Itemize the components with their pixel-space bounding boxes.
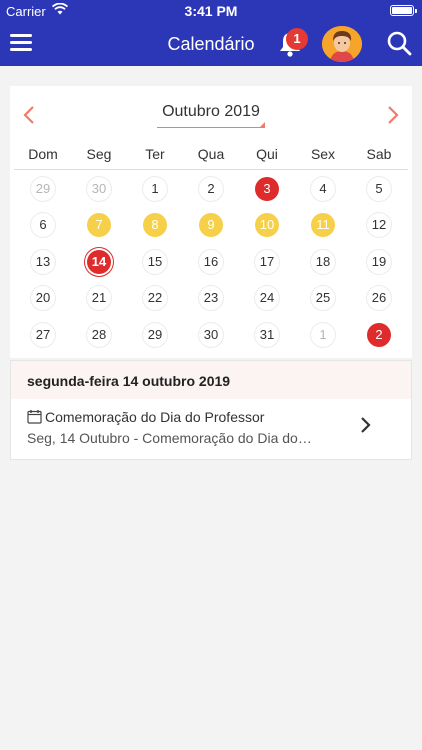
calendar-day[interactable]: 29 (143, 323, 167, 347)
calendar-day[interactable]: 1 (143, 177, 167, 201)
event-subtitle: Seg, 14 Outubro - Comemoração do Dia do… (27, 430, 312, 446)
calendar-day[interactable]: 12 (367, 213, 391, 237)
hamburger-menu-icon[interactable] (10, 34, 32, 52)
search-icon[interactable] (386, 30, 412, 56)
avatar-face-icon (322, 26, 362, 62)
calendar-day[interactable]: 2 (199, 177, 223, 201)
weekday-label: Dom (28, 146, 58, 162)
calendar-day[interactable]: 26 (367, 286, 391, 310)
calendar-day[interactable]: 20 (31, 286, 55, 310)
calendar-day[interactable]: 25 (311, 286, 335, 310)
calendar-day[interactable]: 15 (143, 250, 167, 274)
calendar-day[interactable]: 16 (199, 250, 223, 274)
weekday-label: Sab (366, 146, 392, 162)
calendar-day[interactable]: 10 (255, 213, 279, 237)
battery-icon (390, 5, 417, 16)
calendar-day[interactable]: 8 (143, 213, 167, 237)
calendar-day[interactable]: 3 (255, 177, 279, 201)
month-selector-underline (157, 127, 265, 128)
calendar-day[interactable]: 1 (311, 323, 335, 347)
calendar-day[interactable]: 27 (31, 323, 55, 347)
chevron-right-icon[interactable] (359, 415, 373, 435)
weekday-header: Dom Seg Ter Qua Qui Sex Sab (10, 146, 412, 166)
month-selector[interactable]: Outubro 2019 (157, 103, 265, 121)
calendar-day[interactable]: 6 (31, 213, 55, 237)
calendar-day[interactable]: 24 (255, 286, 279, 310)
divider (14, 169, 408, 170)
calendar-day[interactable]: 19 (367, 250, 391, 274)
calendar-day[interactable]: 13 (31, 250, 55, 274)
chevron-right-icon[interactable] (384, 104, 402, 126)
weekday-label: Sex (310, 146, 336, 162)
notification-badge[interactable]: 1 (286, 28, 308, 50)
calendar-day[interactable]: 22 (143, 286, 167, 310)
avatar[interactable] (322, 26, 362, 62)
weekday-label: Seg (86, 146, 112, 162)
dropdown-caret-icon[interactable] (259, 122, 265, 128)
calendar-day[interactable]: 7 (87, 213, 111, 237)
selected-date-header: segunda-feira 14 outubro 2019 (10, 360, 412, 400)
calendar-card: Outubro 2019 Dom Seg Ter Qua Qui Sex Sab… (10, 86, 412, 358)
status-time: 3:41 PM (184, 3, 238, 19)
calendar-day[interactable]: 29 (31, 177, 55, 201)
calendar-day[interactable]: 31 (255, 323, 279, 347)
weekday-label: Ter (145, 146, 165, 162)
calendar-day[interactable]: 30 (199, 323, 223, 347)
calendar-day[interactable]: 18 (311, 250, 335, 274)
calendar-day[interactable]: 4 (311, 177, 335, 201)
calendar-day[interactable]: 21 (87, 286, 111, 310)
weekday-label: Qui (256, 146, 278, 162)
status-bar: Carrier 3:41 PM (0, 0, 422, 22)
calendar-day[interactable]: 30 (87, 177, 111, 201)
weekday-label: Qua (197, 146, 225, 162)
page-title: Calendário (167, 34, 255, 54)
calendar-icon (27, 410, 42, 424)
calendar-day[interactable]: 28 (87, 323, 111, 347)
calendar-day-today[interactable]: 14 (87, 250, 111, 274)
selected-date-label: segunda-feira 14 outubro 2019 (27, 373, 231, 389)
chevron-left-icon[interactable] (20, 104, 38, 126)
calendar-day[interactable]: 11 (311, 213, 335, 237)
app-header: Carrier 3:41 PM Calendário 1 (0, 0, 422, 66)
calendar-day[interactable]: 5 (367, 177, 391, 201)
calendar-day[interactable]: 23 (199, 286, 223, 310)
calendar-day[interactable]: 17 (255, 250, 279, 274)
calendar-day[interactable]: 9 (199, 213, 223, 237)
event-list-item[interactable]: Comemoração do Dia do Professor Seg, 14 … (10, 399, 412, 460)
event-title: Comemoração do Dia do Professor (45, 409, 265, 425)
calendar-day[interactable]: 2 (367, 323, 391, 347)
